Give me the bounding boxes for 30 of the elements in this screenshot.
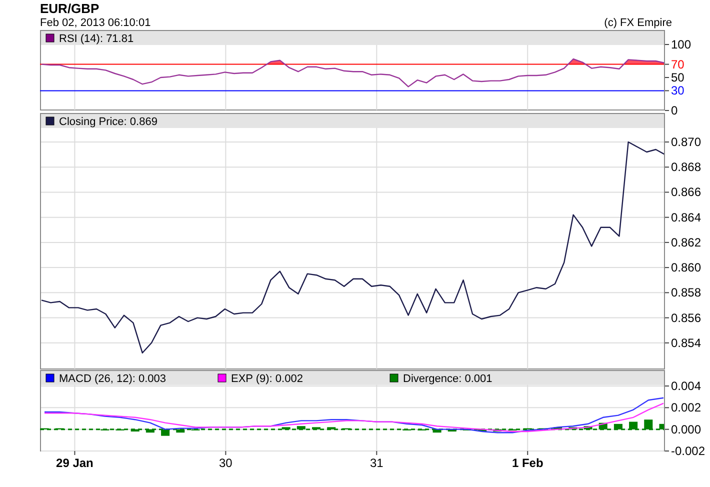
axis-label: 70: [671, 57, 684, 72]
axis-label: 29 Jan: [56, 456, 94, 470]
legend-label: RSI (14): 71.81: [59, 33, 134, 45]
axis-label: 0.870: [671, 135, 702, 149]
axis-label: 100: [671, 38, 692, 52]
axis-label: 31: [370, 456, 384, 470]
axis-label: 0.868: [671, 160, 702, 174]
axis-label: 0.862: [671, 235, 702, 250]
axis-label: 50: [671, 70, 684, 84]
axis-label: 30: [671, 84, 684, 98]
axis-label: 0.858: [671, 286, 702, 300]
legend-label: MACD (26, 12): 0.003: [59, 373, 166, 385]
copyright-label: (c) FX Empire: [604, 16, 672, 30]
axis-label: 0.856: [671, 310, 702, 325]
chart-title: EUR/GBP: [40, 1, 100, 16]
axis-label: -0.002: [671, 444, 706, 458]
axis-label: 0.002: [671, 400, 702, 415]
axis-label: 0.854: [671, 336, 702, 350]
axis-label: 0.860: [671, 260, 702, 275]
axis-label: 0.004: [671, 379, 702, 393]
axis-label: 30: [219, 456, 232, 470]
timestamp: Feb 02, 2013 06:10:01: [40, 16, 151, 30]
legend-label: Closing Price: 0.869: [59, 116, 158, 128]
axis-label: 1 Feb: [512, 456, 544, 470]
axis-label: 0.864: [671, 210, 702, 224]
legend-label: Divergence: 0.001: [403, 373, 492, 385]
axis-label: 0.866: [671, 185, 702, 200]
legend-label: EXP (9): 0.002: [231, 373, 303, 385]
axis-label: 0.000: [671, 422, 702, 436]
axis-label: 0: [671, 104, 678, 118]
